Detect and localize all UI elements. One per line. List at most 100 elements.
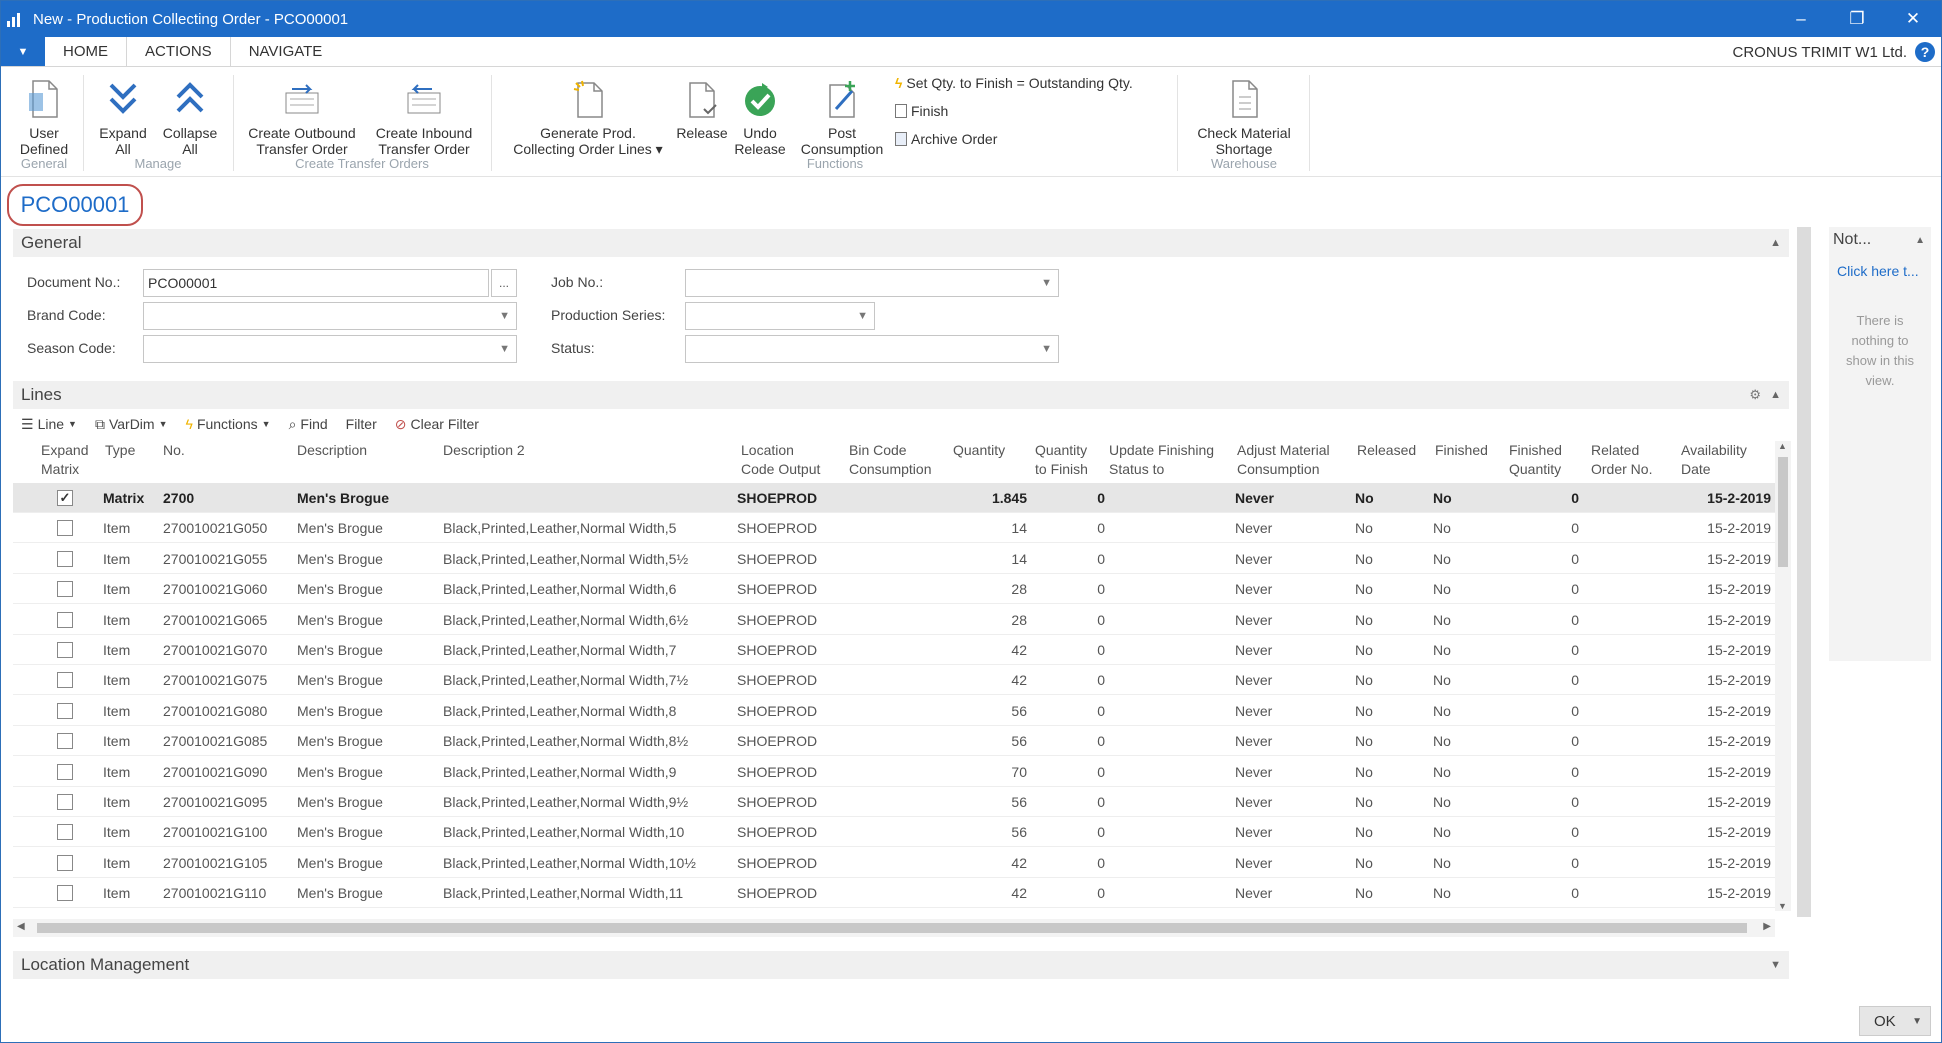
create-inbound-button[interactable]: Create Inbound Transfer Order (365, 77, 483, 157)
tab-actions[interactable]: ACTIONS (126, 37, 231, 66)
column-header[interactable]: Adjust Material Consumption (1237, 441, 1355, 479)
column-header[interactable]: Finished (1435, 441, 1507, 460)
lines-horizontal-scrollbar[interactable]: ◀ ▶ (13, 919, 1775, 937)
column-header[interactable]: Expand Matrix (41, 441, 97, 479)
column-header-line-1: Expand (41, 442, 89, 458)
filter-button[interactable]: Filter (346, 416, 377, 432)
line-menu-button[interactable]: ☰ Line ▼ (21, 416, 77, 433)
create-outbound-button[interactable]: Create Outbound Transfer Order (241, 77, 363, 157)
season-code-field[interactable]: ▼ (143, 335, 517, 363)
expand-matrix-checkbox[interactable] (57, 794, 73, 810)
gear-icon[interactable]: ⚙ (1749, 387, 1761, 403)
tab-navigate[interactable]: NAVIGATE (231, 37, 341, 66)
app-menu-button[interactable]: ▼ (1, 37, 45, 66)
expand-matrix-checkbox[interactable] (57, 702, 73, 719)
table-row[interactable]: Item 270010021G055 Men's Brogue Black,Print… (13, 544, 1775, 574)
vardim-menu-button[interactable]: ⧉ VarDim ▼ (95, 416, 168, 433)
generate-lines-button[interactable]: Generate Prod. Collecting Order Lines ▾ (501, 77, 675, 157)
job-no-field[interactable]: ▼ (685, 269, 1059, 297)
status-field[interactable]: ▼ (685, 335, 1059, 363)
expand-matrix-checkbox[interactable] (57, 672, 73, 689)
column-header[interactable]: No. (163, 441, 293, 460)
brand-code-field[interactable]: ▼ (143, 302, 517, 330)
table-row[interactable]: Item 270010021G075 Men's Brogue Black,Print… (13, 665, 1775, 696)
table-row[interactable]: Item 270010021G105 Men's Brogue Black,Print… (13, 848, 1775, 878)
factbox-link[interactable]: Click here t... (1837, 263, 1919, 279)
minimize-button[interactable]: – (1773, 1, 1829, 37)
close-button[interactable]: ✕ (1885, 1, 1941, 37)
scroll-up-icon[interactable]: ▲ (1778, 441, 1787, 451)
expand-matrix-checkbox[interactable]: ✓ (57, 490, 73, 506)
table-row[interactable]: Item 270010021G090 Men's Brogue Black,Print… (13, 757, 1775, 787)
column-header[interactable]: Quantity to Finish (1035, 441, 1107, 479)
table-row[interactable]: Item 270010021G095 Men's Brogue Black,Print… (13, 787, 1775, 817)
functions-menu-button[interactable]: ϟ Functions ▼ (186, 416, 271, 432)
table-row[interactable]: Item 270010021G070 Men's Brogue Black,Print… (13, 635, 1775, 665)
scroll-down-icon[interactable]: ▼ (1778, 901, 1787, 911)
clear-filter-button[interactable]: ⊘ Clear Filter (395, 416, 479, 433)
column-header[interactable]: Type (105, 441, 161, 460)
column-header[interactable]: Finished Quantity (1509, 441, 1581, 479)
column-header[interactable]: Related Order No. (1591, 441, 1677, 479)
table-row[interactable]: Item 270010021G080 Men's Brogue Black,Print… (13, 696, 1775, 726)
set-qty-to-finish-button[interactable]: ϟ Set Qty. to Finish = Outstanding Qty. (895, 75, 1133, 91)
chevron-up-icon[interactable]: ▲ (1915, 235, 1925, 246)
column-header[interactable]: Bin Code Consumption (849, 441, 953, 479)
help-circle-icon[interactable]: ? (1915, 42, 1935, 62)
page-vertical-scrollbar[interactable] (1797, 227, 1811, 917)
expand-matrix-checkbox[interactable] (57, 733, 73, 750)
post-consumption-button[interactable]: Post Consumption (793, 77, 891, 157)
expand-matrix-checkbox[interactable] (57, 611, 73, 628)
expand-matrix-checkbox[interactable] (57, 642, 73, 658)
location-management-fasttab-header[interactable]: Location Management ▼ (13, 951, 1789, 979)
find-button[interactable]: ⌕ Find (289, 416, 328, 433)
table-row[interactable]: Item 270010021G065 Men's Brogue Black,Print… (13, 605, 1775, 635)
document-no-field[interactable]: PCO00001 (143, 269, 489, 297)
expand-all-button[interactable]: Expand All (91, 77, 155, 157)
lines-vertical-scrollbar[interactable]: ▲ ▼ (1775, 441, 1791, 911)
release-button[interactable]: Release (673, 77, 731, 141)
column-header[interactable]: Location Code Output (741, 441, 845, 479)
restore-button[interactable]: ❐ (1829, 1, 1885, 37)
scroll-right-icon[interactable]: ▶ (1763, 921, 1771, 932)
ok-button[interactable]: OK ▼ (1859, 1006, 1931, 1036)
tab-home[interactable]: HOME (45, 37, 126, 66)
finish-button[interactable]: Finish (895, 103, 948, 119)
check-material-shortage-button[interactable]: Check Material Shortage (1189, 77, 1299, 157)
expand-matrix-checkbox[interactable] (57, 520, 73, 537)
expand-matrix-checkbox[interactable] (57, 885, 73, 902)
column-header[interactable]: Availability Date (1681, 441, 1769, 479)
production-series-field[interactable]: ▼ (685, 302, 875, 330)
expand-matrix-checkbox[interactable] (57, 824, 73, 841)
chevron-up-icon[interactable]: ▲ (1770, 237, 1781, 249)
chevron-down-icon[interactable]: ▼ (1770, 959, 1781, 971)
chevron-up-icon[interactable]: ▲ (1770, 389, 1781, 401)
collapse-all-button[interactable]: Collapse All (157, 77, 223, 157)
assist-edit-button[interactable]: ... (491, 269, 517, 297)
scroll-thumb[interactable] (1778, 457, 1788, 567)
table-row[interactable]: Item 270010021G100 Men's Brogue Black,Print… (13, 817, 1775, 848)
table-row[interactable]: ✓ Matrix 2700 Men's Brogue SHOEPROD 1.845 0 Nev… (13, 483, 1775, 513)
caret-icon[interactable]: ▼ (1912, 1016, 1922, 1027)
column-header[interactable]: Update Finishing Status to (1109, 441, 1235, 479)
scroll-thumb[interactable] (37, 923, 1747, 933)
user-defined-button[interactable]: User Defined (13, 77, 75, 157)
table-row[interactable]: Item 270010021G060 Men's Brogue Black,Print… (13, 574, 1775, 605)
lines-fasttab-header[interactable]: Lines ⚙ ▲ (13, 381, 1789, 409)
expand-matrix-checkbox[interactable] (57, 763, 73, 780)
expand-matrix-checkbox[interactable] (57, 581, 73, 598)
column-header[interactable]: Released (1357, 441, 1433, 460)
undo-release-button[interactable]: Undo Release (729, 77, 791, 157)
table-row[interactable]: Item 270010021G085 Men's Brogue Black,Print… (13, 726, 1775, 757)
table-row[interactable]: Item 270010021G110 Men's Brogue Black,Print… (13, 878, 1775, 909)
chevron-down-icon: ▼ (499, 310, 510, 322)
column-header[interactable]: Description (297, 441, 441, 460)
scroll-left-icon[interactable]: ◀ (17, 921, 25, 932)
column-header[interactable]: Quantity (953, 441, 1023, 460)
table-row[interactable]: Item 270010021G050 Men's Brogue Black,Print… (13, 513, 1775, 544)
archive-order-button[interactable]: Archive Order (895, 131, 997, 147)
column-header[interactable]: Description 2 (443, 441, 739, 460)
general-fasttab-header[interactable]: General ▲ (13, 229, 1789, 257)
expand-matrix-checkbox[interactable] (57, 854, 73, 871)
expand-matrix-checkbox[interactable] (57, 550, 73, 567)
